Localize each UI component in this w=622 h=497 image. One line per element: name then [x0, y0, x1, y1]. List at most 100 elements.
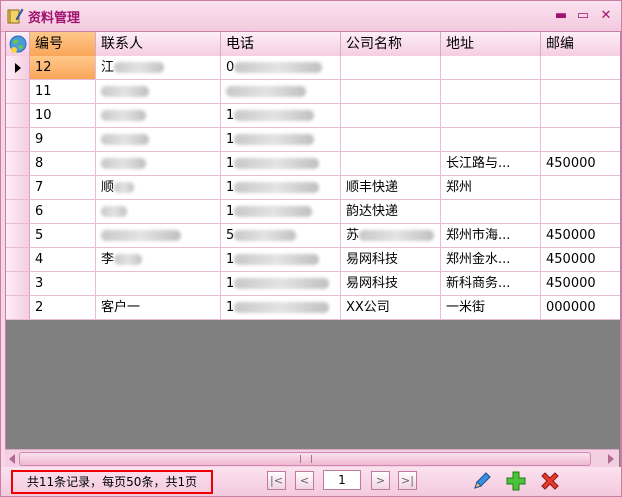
cell-address[interactable]: 长江路与... [441, 152, 541, 175]
cell-company[interactable]: 顺丰快递 [341, 176, 441, 199]
row-header[interactable] [6, 248, 30, 271]
cell-zip[interactable]: 450000 [541, 224, 620, 247]
column-header-company[interactable]: 公司名称 [341, 32, 441, 56]
column-header-id[interactable]: 编号 [30, 32, 96, 56]
column-header-contact[interactable]: 联系人 [96, 32, 221, 56]
data-grid[interactable]: 编号 联系人 电话 公司名称 地址 邮编 12 江 0 11 10 1 9 1 8 1 长江路与..… [5, 31, 621, 469]
cell-address[interactable]: 郑州市海... [441, 224, 541, 247]
cell-address[interactable] [441, 104, 541, 127]
cell-zip[interactable] [541, 80, 620, 103]
column-header-address[interactable]: 地址 [441, 32, 541, 56]
scroll-left-icon[interactable] [9, 454, 15, 464]
cell-phone[interactable]: 5 [221, 224, 341, 247]
delete-x-icon[interactable] [539, 470, 561, 492]
cell-address[interactable]: 郑州 [441, 176, 541, 199]
cell-address[interactable] [441, 128, 541, 151]
cell-phone[interactable]: 1 [221, 248, 341, 271]
title-bar[interactable]: 资料管理 ▬ ▭ ✕ [1, 1, 621, 32]
column-header-phone[interactable]: 电话 [221, 32, 341, 56]
cell-company[interactable] [341, 128, 441, 151]
cell-address[interactable]: 一米街 [441, 296, 541, 319]
next-page-button[interactable]: > [371, 471, 390, 490]
table-row[interactable]: 6 1 韵达快递 [6, 200, 620, 224]
minimize-button[interactable]: ▬ [553, 8, 569, 24]
cell-contact[interactable]: 李 [96, 248, 221, 271]
cell-address[interactable] [441, 56, 541, 79]
cell-phone[interactable]: 1 [221, 152, 341, 175]
cell-zip[interactable] [541, 56, 620, 79]
maximize-button[interactable]: ▭ [575, 8, 591, 24]
row-header[interactable] [6, 272, 30, 295]
cell-contact[interactable]: 顺 [96, 176, 221, 199]
cell-company[interactable]: 易网科技 [341, 272, 441, 295]
row-header[interactable] [6, 224, 30, 247]
table-row[interactable]: 5 5 苏 郑州市海... 450000 [6, 224, 620, 248]
cell-phone[interactable]: 1 [221, 272, 341, 295]
cell-id[interactable]: 10 [30, 104, 96, 127]
select-all-corner[interactable] [6, 32, 30, 56]
row-header[interactable] [6, 128, 30, 151]
table-row[interactable]: 2 客户一 1 XX公司 一米街 000000 [6, 296, 620, 320]
cell-contact[interactable] [96, 128, 221, 151]
cell-id[interactable]: 3 [30, 272, 96, 295]
cell-contact[interactable] [96, 104, 221, 127]
cell-zip[interactable] [541, 104, 620, 127]
row-header[interactable] [6, 80, 30, 103]
cell-company[interactable] [341, 80, 441, 103]
cell-company[interactable]: 苏 [341, 224, 441, 247]
cell-id[interactable]: 7 [30, 176, 96, 199]
row-header[interactable] [6, 200, 30, 223]
cell-zip[interactable] [541, 176, 620, 199]
row-header[interactable] [6, 104, 30, 127]
cell-phone[interactable]: 1 [221, 200, 341, 223]
cell-phone[interactable]: 1 [221, 104, 341, 127]
cell-phone[interactable]: 0 [221, 56, 341, 79]
cell-phone[interactable] [221, 80, 341, 103]
column-header-zip[interactable]: 邮编 [541, 32, 620, 56]
row-header[interactable] [6, 56, 30, 79]
cell-id[interactable]: 9 [30, 128, 96, 151]
row-header[interactable] [6, 152, 30, 175]
cell-contact[interactable] [96, 224, 221, 247]
cell-company[interactable] [341, 104, 441, 127]
cell-contact[interactable]: 客户一 [96, 296, 221, 319]
cell-zip[interactable]: 450000 [541, 248, 620, 271]
cell-id[interactable]: 12 [30, 56, 96, 79]
scroll-right-icon[interactable] [608, 454, 614, 464]
prev-page-button[interactable]: < [295, 471, 314, 490]
row-header[interactable] [6, 176, 30, 199]
first-page-button[interactable]: |< [267, 471, 286, 490]
cell-zip[interactable]: 450000 [541, 272, 620, 295]
cell-company[interactable]: XX公司 [341, 296, 441, 319]
cell-zip[interactable]: 000000 [541, 296, 620, 319]
cell-phone[interactable]: 1 [221, 176, 341, 199]
table-row[interactable]: 4 李 1 易网科技 郑州金水... 450000 [6, 248, 620, 272]
table-row[interactable]: 3 1 易网科技 新科商务... 450000 [6, 272, 620, 296]
cell-address[interactable] [441, 80, 541, 103]
table-row[interactable]: 10 1 [6, 104, 620, 128]
cell-zip[interactable] [541, 128, 620, 151]
horizontal-scrollbar[interactable] [5, 449, 619, 467]
cell-contact[interactable] [96, 272, 221, 295]
cell-id[interactable]: 5 [30, 224, 96, 247]
add-plus-icon[interactable] [505, 470, 527, 492]
cell-id[interactable]: 4 [30, 248, 96, 271]
cell-phone[interactable]: 1 [221, 128, 341, 151]
cell-company[interactable]: 韵达快递 [341, 200, 441, 223]
cell-id[interactable]: 8 [30, 152, 96, 175]
cell-address[interactable]: 新科商务... [441, 272, 541, 295]
cell-contact[interactable] [96, 152, 221, 175]
cell-zip[interactable] [541, 200, 620, 223]
table-row[interactable]: 7 顺 1 顺丰快递 郑州 [6, 176, 620, 200]
cell-contact[interactable] [96, 80, 221, 103]
table-row[interactable]: 12 江 0 [6, 56, 620, 80]
cell-zip[interactable]: 450000 [541, 152, 620, 175]
cell-contact[interactable]: 江 [96, 56, 221, 79]
cell-company[interactable]: 易网科技 [341, 248, 441, 271]
cell-id[interactable]: 11 [30, 80, 96, 103]
cell-id[interactable]: 6 [30, 200, 96, 223]
cell-id[interactable]: 2 [30, 296, 96, 319]
page-number-input[interactable] [323, 470, 361, 490]
cell-contact[interactable] [96, 200, 221, 223]
last-page-button[interactable]: >| [398, 471, 417, 490]
